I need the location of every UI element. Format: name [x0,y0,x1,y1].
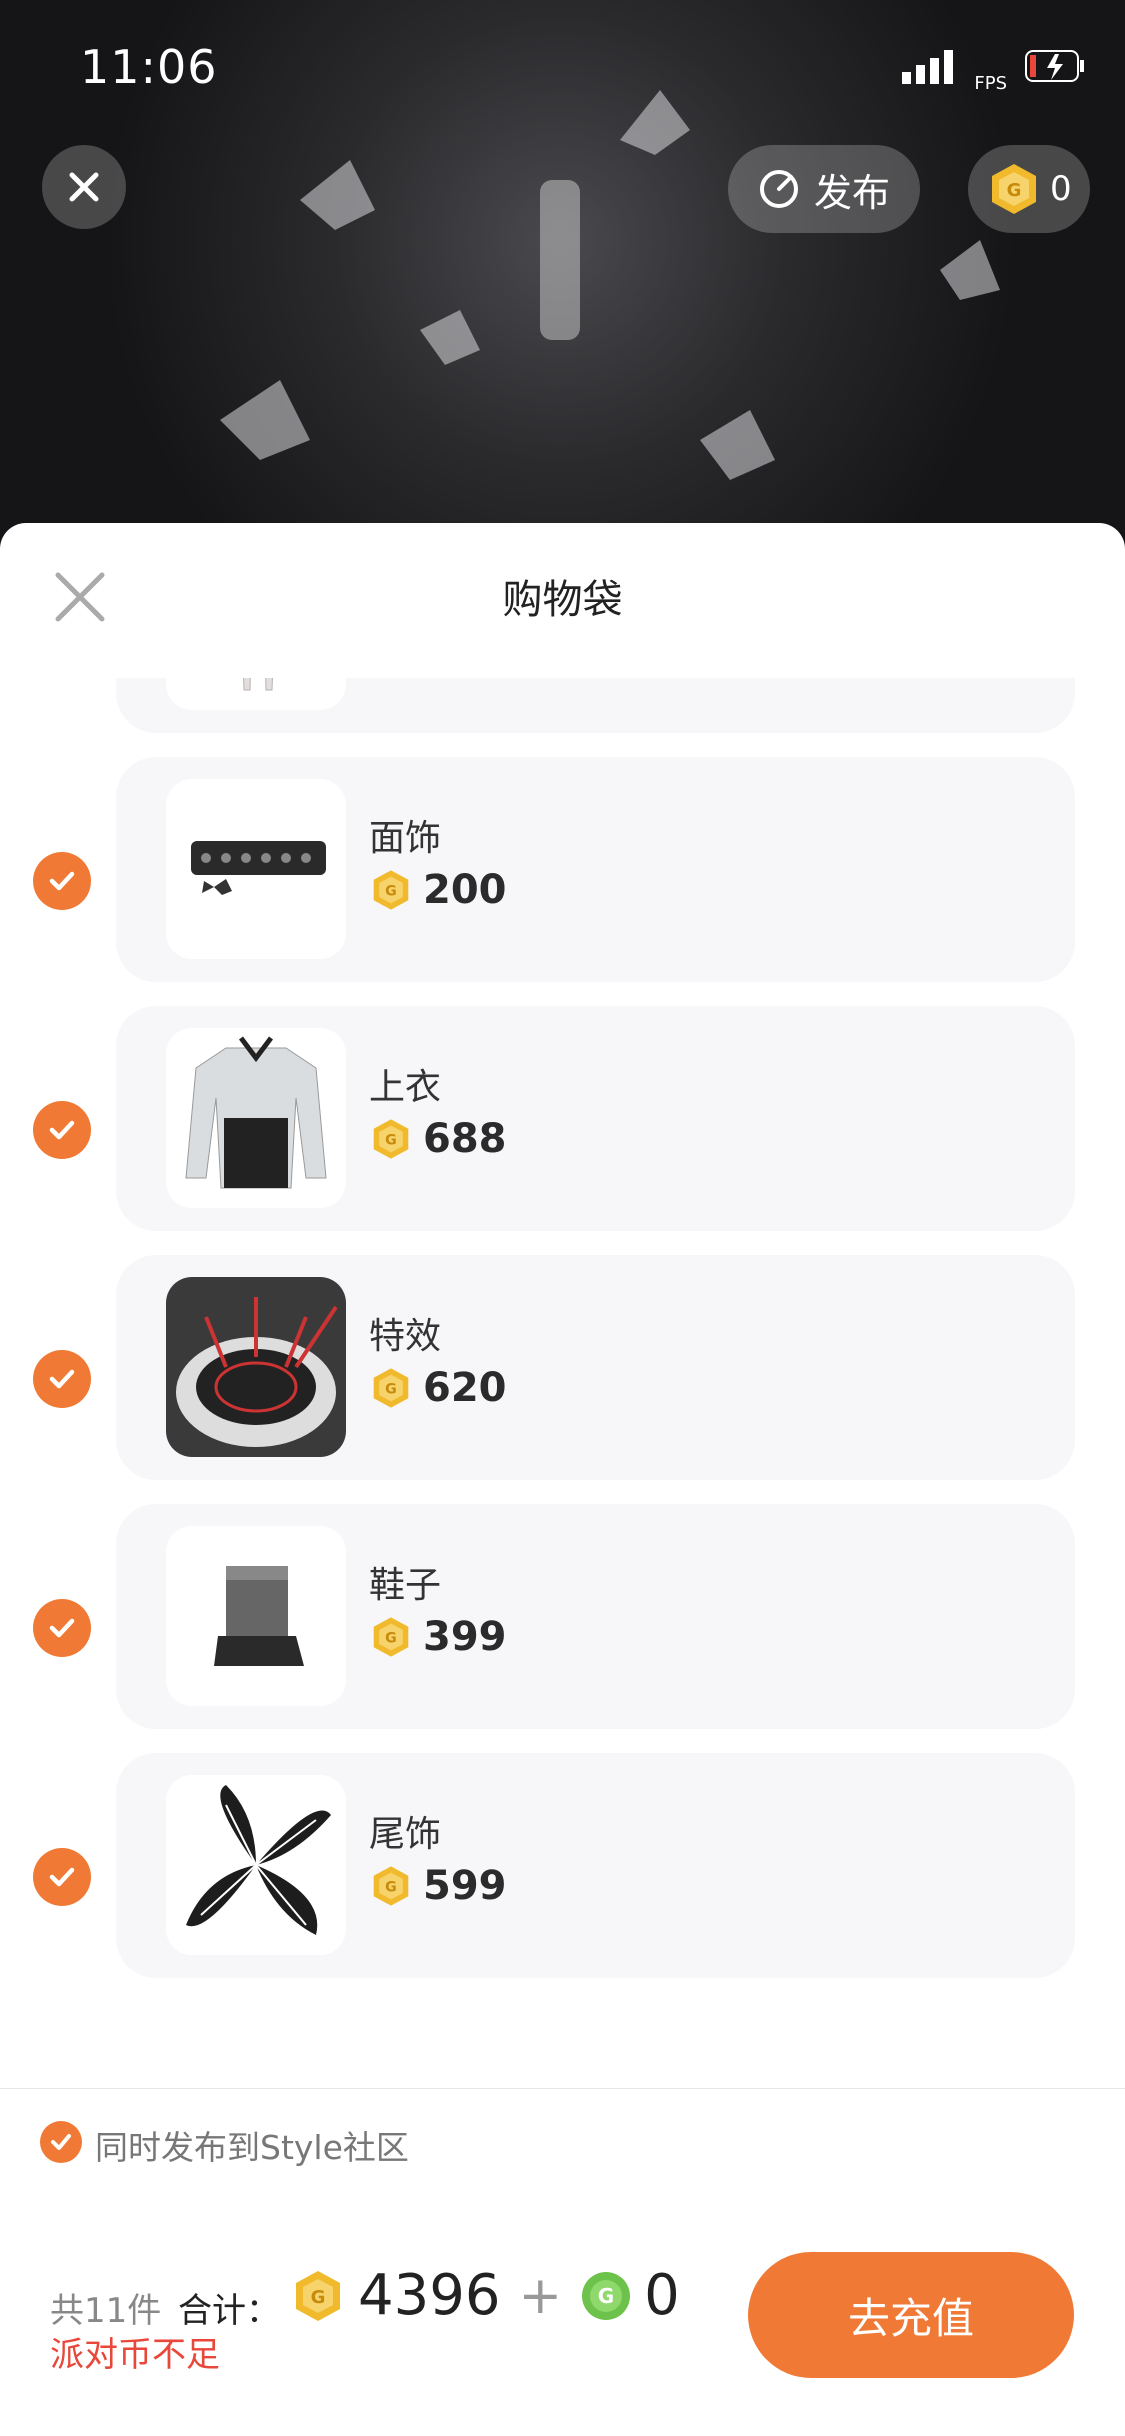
item-price: G 200 [369,867,507,913]
svg-text:G: G [385,884,397,900]
check-icon [49,1867,75,1887]
svg-text:G: G [385,1382,397,1398]
signal-icon [902,50,954,84]
publish-icon [760,170,798,208]
close-preview-button[interactable] [42,145,126,229]
gold-coin-icon: G [373,1866,409,1906]
legs-thumbnail [243,678,273,691]
item-card[interactable]: 鞋子 G 399 [116,1504,1075,1729]
item-name: 面饰 [369,818,442,859]
shoes-thumbnail [214,1566,304,1666]
avatar-preview-backdrop: 11:06 FPS 发布 G 0 [0,0,1125,560]
green-total: 0 [644,2263,680,2328]
item-card[interactable]: 面饰 G 200 [116,757,1075,982]
coin-balance-value: 0 [1050,169,1072,209]
item-checkbox[interactable] [33,852,91,910]
battery-icon [1025,50,1084,82]
top-thumbnail [185,1036,327,1189]
publish-checkbox[interactable] [40,2121,82,2163]
gold-coin-icon: G [373,870,409,910]
gold-coin-icon: G [992,164,1036,214]
item-card[interactable]: G 199 [116,678,1075,733]
coin-balance[interactable]: G 0 [968,145,1090,233]
svg-text:G: G [1007,180,1022,201]
status-time: 11:06 [80,40,218,94]
gold-coin-icon: G [373,1119,409,1159]
sum-label: 合计： [178,2291,280,2331]
svg-text:G: G [385,1631,397,1647]
fps-label: FPS [974,72,1007,94]
green-coin-icon: G [582,2271,631,2320]
check-icon [49,1120,75,1140]
insufficient-balance-warning: 派对币不足 [50,2335,220,2375]
item-checkbox[interactable] [33,1848,91,1906]
total-amount: G 4396 + G 0 [290,2263,680,2328]
item-name: 特效 [369,1316,442,1357]
item-thumbnail [166,1277,346,1457]
svg-text:G: G [385,1880,397,1896]
checkout-bar: 共11件 合计： G 4396 + G 0 派对币不足 去充值 [0,2197,1125,2436]
item-price-value: 688 [423,1116,507,1162]
item-price-value: 620 [423,1365,507,1411]
item-name: 尾饰 [369,1814,442,1855]
item-checkbox[interactable] [33,1101,91,1159]
gold-coin-icon: G [373,1617,409,1657]
item-checkbox[interactable] [33,1599,91,1657]
svg-text:G: G [598,2284,614,2308]
item-price: G 688 [369,1116,507,1162]
lace-choker-thumbnail [191,841,326,895]
publish-button-label: 发布 [814,170,891,215]
publish-to-community-row[interactable]: 同时发布到Style社区 [0,2088,1125,2198]
item-price-value: 399 [423,1614,507,1660]
item-name: 上衣 [369,1067,442,1108]
cart-item[interactable]: 面饰 G 200 [0,757,1125,1006]
item-price: G 620 [369,1365,507,1411]
gold-coin-icon: G [296,2270,340,2321]
item-card[interactable]: 特效 G 620 [116,1255,1075,1480]
recharge-button[interactable]: 去充值 [748,2252,1074,2378]
check-icon [49,871,75,891]
svg-text:G: G [311,2287,326,2308]
item-count: 共11件 [50,2291,162,2331]
cart-list[interactable]: G 199 面饰 G 200 [0,678,1125,2088]
item-price-value: 200 [423,867,507,913]
item-card[interactable]: 尾饰 G 599 [116,1753,1075,1978]
sheet-title: 购物袋 [502,577,623,623]
item-thumbnail [166,678,346,710]
close-icon [69,172,99,202]
gold-coin-icon: G [373,1368,409,1408]
item-thumbnail [166,1526,346,1706]
cart-item[interactable]: G 199 [0,678,1125,757]
plus-sign: + [518,2265,563,2326]
gold-total: 4396 [358,2263,501,2328]
item-price-value: 599 [423,1863,507,1909]
cart-item[interactable]: 特效 G 620 [0,1255,1125,1504]
item-price: G 399 [369,1614,507,1660]
effect-thumbnail [166,1277,346,1457]
publish-label: 同时发布到Style社区 [95,2128,409,2167]
cart-item[interactable]: 上衣 G 688 [0,1006,1125,1255]
status-icons: FPS [902,50,1085,94]
item-name: 鞋子 [369,1565,442,1606]
check-icon [49,1618,75,1638]
cart-item[interactable]: 尾饰 G 599 [0,1753,1125,2002]
tail-thumbnail [186,1785,331,1935]
publish-button[interactable]: 发布 [728,145,921,233]
check-icon [49,1369,75,1389]
item-card[interactable]: 上衣 G 688 [116,1006,1075,1231]
sheet-header: 购物袋 [0,523,1125,678]
item-price: G 599 [369,1863,507,1909]
check-icon [51,2134,71,2150]
svg-text:G: G [385,1133,397,1149]
item-thumbnail [166,779,346,959]
item-thumbnail [166,1028,346,1208]
cart-item[interactable]: 鞋子 G 399 [0,1504,1125,1753]
item-checkbox[interactable] [33,1350,91,1408]
item-thumbnail [166,1775,346,1955]
